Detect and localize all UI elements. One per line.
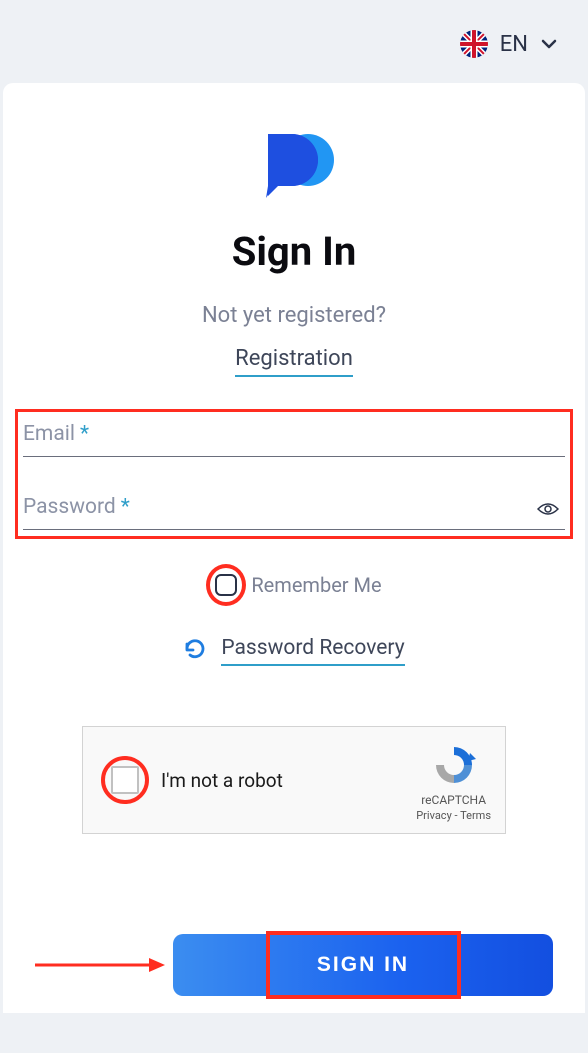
captcha-privacy-link[interactable]: Privacy <box>416 809 452 822</box>
email-input[interactable] <box>23 456 565 457</box>
chevron-down-icon[interactable] <box>540 35 558 53</box>
remember-label: Remember Me <box>251 573 381 597</box>
password-recovery-link[interactable]: Password Recovery <box>221 636 404 666</box>
signin-button[interactable]: SIGN IN <box>173 934 553 996</box>
signin-card: Sign In Not yet registered? Registration… <box>3 83 585 1013</box>
remember-highlight-circle <box>206 564 246 606</box>
email-label: Email * <box>23 422 565 446</box>
captcha-label: I'm not a robot <box>161 769 283 792</box>
recaptcha-icon <box>432 743 476 787</box>
header: EN <box>0 0 588 78</box>
captcha-checkbox[interactable] <box>111 766 139 794</box>
recaptcha-box: I'm not a robot reCAPTCHA Privacy - Term… <box>82 726 506 834</box>
page-title: Sign In <box>23 228 565 275</box>
captcha-highlight-circle <box>101 756 149 804</box>
password-field-wrapper: Password * <box>23 495 565 530</box>
arrow-right-icon <box>35 955 165 975</box>
signin-row: SIGN IN <box>23 934 565 996</box>
subtitle: Not yet registered? <box>23 303 565 328</box>
email-field-wrapper: Email * <box>23 422 565 457</box>
recovery-row: Password Recovery <box>23 636 565 666</box>
captcha-terms-link[interactable]: Terms <box>460 809 491 822</box>
remember-checkbox[interactable] <box>215 574 237 596</box>
language-label[interactable]: EN <box>500 32 528 57</box>
password-label: Password * <box>23 495 565 519</box>
uk-flag-icon <box>460 30 488 58</box>
password-input[interactable] <box>23 529 565 530</box>
registration-link[interactable]: Registration <box>235 346 353 377</box>
refresh-icon <box>183 637 207 665</box>
required-asterisk: * <box>80 422 89 446</box>
required-asterisk: * <box>121 495 130 519</box>
remember-me-row: Remember Me <box>23 564 565 606</box>
form-highlight-box: Email * Password * <box>15 409 573 539</box>
captcha-branding: reCAPTCHA Privacy - Terms <box>416 743 491 822</box>
logo <box>23 128 565 200</box>
eye-icon[interactable] <box>537 501 559 515</box>
